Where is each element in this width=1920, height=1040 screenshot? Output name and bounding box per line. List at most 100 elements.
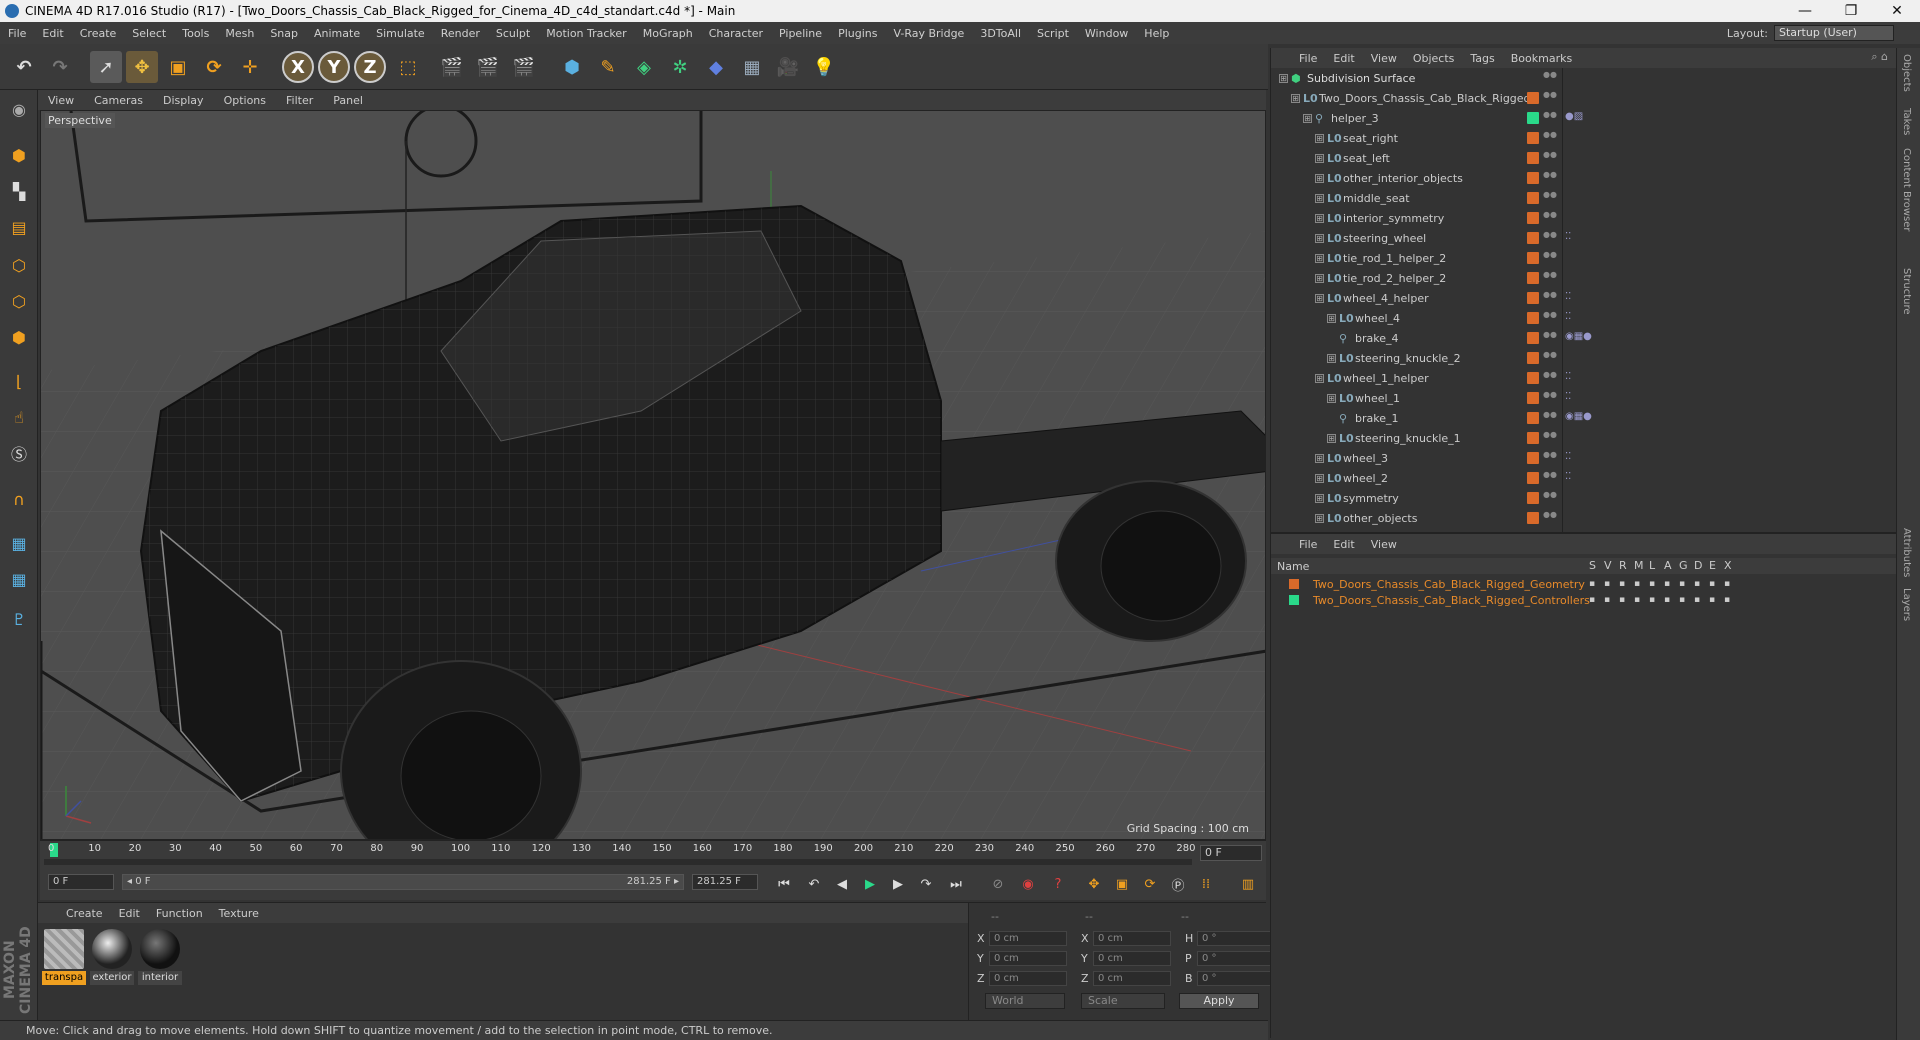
tag-icon[interactable]: ⁚⁚: [1565, 471, 1581, 485]
side-tab-layers[interactable]: Layers: [1901, 588, 1912, 621]
transform-tool-icon[interactable]: ✛: [234, 51, 266, 83]
expand-toggle-icon[interactable]: ⊞: [1315, 293, 1324, 303]
tag-icon[interactable]: ◉▦●: [1565, 411, 1592, 425]
layer-color-swatch[interactable]: [1289, 579, 1299, 589]
menu-item-script[interactable]: Script: [1029, 27, 1077, 40]
visibility-dots-icon[interactable]: ●●: [1543, 491, 1557, 504]
expand-toggle-icon[interactable]: ⊞: [1327, 393, 1336, 403]
object-row[interactable]: ⊞ L0 wheel_4_helper ●● ⁚⁚: [1271, 288, 1881, 308]
end-frame-field[interactable]: 281.25 F: [692, 874, 758, 890]
move-tool-icon[interactable]: ✥: [126, 51, 158, 83]
object-menu-objects[interactable]: Objects: [1413, 52, 1455, 65]
select-arrow-icon[interactable]: ➚: [90, 51, 122, 83]
coord-size-y[interactable]: 0 cm: [1093, 950, 1171, 966]
menu-item-plugins[interactable]: Plugins: [830, 27, 885, 40]
restore-button[interactable]: ❐: [1828, 3, 1874, 19]
visibility-dots-icon[interactable]: ●●: [1543, 251, 1557, 264]
object-row[interactable]: ⊞ L0 other_objects ●●: [1271, 508, 1881, 528]
layer-toggle-icon[interactable]: ▪: [1664, 595, 1670, 605]
object-row[interactable]: ⊞ L0 wheel_1 ●● ⁚⁚: [1271, 388, 1881, 408]
array-icon[interactable]: ✲: [664, 51, 696, 83]
object-row[interactable]: ⊞ L0 wheel_4 ●● ⁚⁚: [1271, 308, 1881, 328]
expand-toggle-icon[interactable]: ⊞: [1315, 133, 1324, 143]
layer-toggle-icon[interactable]: ▪: [1649, 595, 1655, 605]
object-row[interactable]: ⊞ ⬢ Subdivision Surface ●●: [1271, 68, 1881, 88]
timeline-ruler[interactable]: 0 F 0 10 20 30 40 50 60 70 80 90 100 110 120 130 140 15…: [40, 840, 1266, 866]
menu-item-create[interactable]: Create: [72, 27, 125, 40]
key-param-icon[interactable]: Ⓟ: [1166, 872, 1190, 896]
expand-toggle-icon[interactable]: ⊞: [1315, 453, 1324, 463]
expand-toggle-icon[interactable]: ⊞: [1279, 73, 1288, 83]
layer-toggle-icon[interactable]: ▪: [1634, 595, 1640, 605]
tag-icon[interactable]: ⁚⁚: [1565, 231, 1581, 245]
material-transparent[interactable]: transpa: [42, 927, 86, 985]
axis-mode-icon[interactable]: ⌊: [4, 366, 34, 396]
key-rotation-icon[interactable]: ⟳: [1138, 872, 1162, 896]
z-axis-icon[interactable]: Z: [354, 51, 386, 83]
visibility-dots-icon[interactable]: ●●: [1543, 311, 1557, 324]
layer-toggle-icon[interactable]: ▪: [1649, 579, 1655, 589]
x-axis-icon[interactable]: X: [282, 51, 314, 83]
keyframe-selection-icon[interactable]: ?: [1046, 872, 1070, 896]
visibility-dots-icon[interactable]: ●●: [1543, 191, 1557, 204]
object-scrollbar[interactable]: [1562, 68, 1563, 532]
menu-item-select[interactable]: Select: [124, 27, 174, 40]
timeline-track[interactable]: [44, 859, 1192, 865]
object-row[interactable]: ⊞ L0 Two_Doors_Chassis_Cab_Black_Rigged ●●: [1271, 88, 1881, 108]
visibility-dots-icon[interactable]: ●●: [1543, 331, 1557, 344]
menu-item-snap[interactable]: Snap: [262, 27, 306, 40]
menu-item-simulate[interactable]: Simulate: [368, 27, 433, 40]
layer-toggle-icon[interactable]: ▪: [1664, 579, 1670, 589]
menu-item-character[interactable]: Character: [701, 27, 771, 40]
minimize-button[interactable]: —: [1782, 3, 1828, 19]
expand-toggle-icon[interactable]: ⊞: [1315, 233, 1324, 243]
object-row[interactable]: ⊞ L0 symmetry ●●: [1271, 488, 1881, 508]
viewport-menu-display[interactable]: Display: [163, 94, 204, 107]
material-menu-edit[interactable]: Edit: [119, 907, 140, 920]
layer-toggle-icon[interactable]: ▪: [1724, 595, 1730, 605]
object-row[interactable]: ⊞ L0 wheel_2 ●● ⁚⁚: [1271, 468, 1881, 488]
cube-object-icon[interactable]: ⬢: [556, 51, 588, 83]
timeline-window-icon[interactable]: ▥: [1236, 872, 1260, 896]
viewport-menu-view[interactable]: View: [48, 94, 74, 107]
side-tab-structure[interactable]: Structure: [1901, 268, 1912, 315]
deformer-icon[interactable]: ◆: [700, 51, 732, 83]
render-view-icon[interactable]: 🎬: [436, 51, 468, 83]
menu-item-tools[interactable]: Tools: [174, 27, 217, 40]
menu-item-3dtoall[interactable]: 3DToAll: [972, 27, 1029, 40]
menu-item-motion-tracker[interactable]: Motion Tracker: [538, 27, 634, 40]
layer-toggle-icon[interactable]: ▪: [1589, 579, 1595, 589]
current-frame-field[interactable]: 0 F: [1200, 845, 1262, 861]
object-row[interactable]: ⚲ brake_4 ●● ◉▦●: [1271, 328, 1881, 348]
go-to-end-icon[interactable]: ⏭: [944, 872, 968, 896]
scale-tool-icon[interactable]: ▣: [162, 51, 194, 83]
layer-toggle-icon[interactable]: ▪: [1634, 579, 1640, 589]
layer-menu-edit[interactable]: Edit: [1333, 538, 1354, 551]
visibility-dots-icon[interactable]: ●●: [1543, 411, 1557, 424]
prev-key-icon[interactable]: ↶: [802, 872, 826, 896]
layer-row[interactable]: Two_Doors_Chassis_Cab_Black_Rigged_Geome…: [1271, 576, 1897, 592]
start-frame-field[interactable]: 0 F: [48, 874, 114, 890]
tag-icon[interactable]: ⁚⁚: [1565, 371, 1581, 385]
record-icon[interactable]: ⊘: [986, 872, 1010, 896]
material-interior[interactable]: interior: [138, 927, 182, 985]
play-icon[interactable]: ▶: [858, 872, 882, 896]
side-tab-attributes[interactable]: Attributes: [1901, 528, 1912, 577]
visibility-dots-icon[interactable]: ●●: [1543, 291, 1557, 304]
layer-toggle-icon[interactable]: ▪: [1694, 595, 1700, 605]
next-frame-icon[interactable]: ▶: [886, 872, 910, 896]
visibility-dots-icon[interactable]: ●●: [1543, 431, 1557, 444]
layer-toggle-icon[interactable]: ▪: [1694, 579, 1700, 589]
prev-frame-icon[interactable]: ◀: [830, 872, 854, 896]
magnet-icon[interactable]: ∩: [4, 484, 34, 514]
layer-toggle-icon[interactable]: ▪: [1679, 579, 1685, 589]
expand-toggle-icon[interactable]: ⊞: [1315, 193, 1324, 203]
viewport-menu-cameras[interactable]: Cameras: [94, 94, 143, 107]
object-row[interactable]: ⚲ brake_1 ●● ◉▦●: [1271, 408, 1881, 428]
visibility-dots-icon[interactable]: ●●: [1543, 231, 1557, 244]
object-row[interactable]: ⊞ L0 wheel_1_helper ●● ⁚⁚: [1271, 368, 1881, 388]
layer-toggle-icon[interactable]: ▪: [1619, 595, 1625, 605]
menu-item-mograph[interactable]: MoGraph: [635, 27, 701, 40]
light-icon[interactable]: 💡: [808, 51, 840, 83]
coord-rotation-h[interactable]: 0 °: [1197, 930, 1275, 946]
